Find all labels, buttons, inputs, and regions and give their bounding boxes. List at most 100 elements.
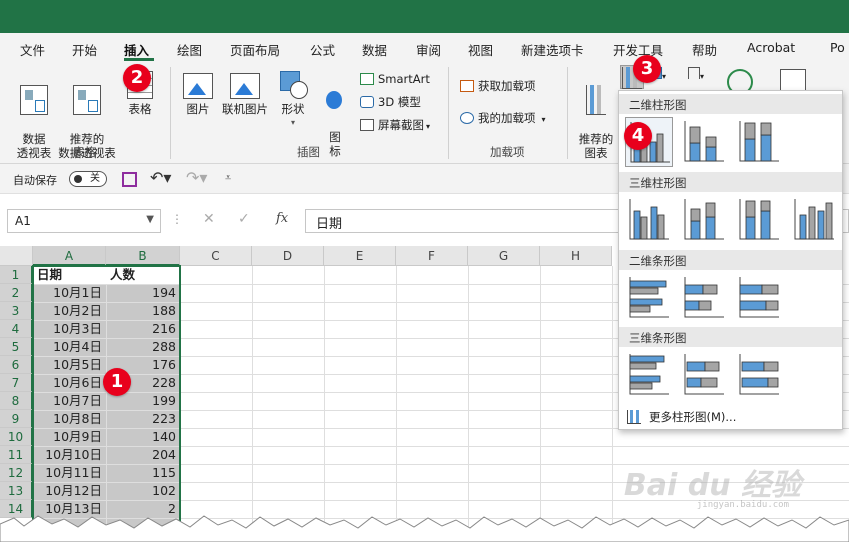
group-divider	[567, 67, 568, 159]
waterfall-chart-button[interactable]: ▾	[688, 67, 718, 84]
tab-file[interactable]: 文件	[20, 40, 45, 59]
picture-label: 图片	[186, 102, 210, 116]
column-header[interactable]: G	[468, 246, 540, 266]
tab-power[interactable]: Po	[830, 40, 845, 55]
screenshot-label: 屏幕截图	[378, 118, 424, 132]
tab-draw[interactable]: 绘图	[177, 40, 202, 59]
column-header[interactable]: A	[33, 246, 106, 266]
cube-icon	[360, 96, 374, 108]
undo-icon[interactable]: ↶▾	[150, 168, 171, 187]
grid-line	[612, 266, 613, 542]
pivot-table-button[interactable]: 数据 透视表	[12, 71, 56, 160]
cancel-icon[interactable]: ✕	[203, 211, 215, 227]
waterfall-dropdown-icon: ▾	[700, 72, 705, 81]
tab-home[interactable]: 开始	[72, 40, 97, 59]
recommended-pivot-icon	[73, 85, 101, 115]
tab-page-layout[interactable]: 页面布局	[230, 40, 280, 59]
column-header[interactable]: D	[252, 246, 324, 266]
tab-view[interactable]: 视图	[468, 40, 493, 59]
name-box[interactable]: A1 ▼	[7, 209, 161, 233]
stacked-column-option[interactable]	[680, 117, 728, 167]
row-header[interactable]: 7	[0, 374, 33, 392]
model-3d-button[interactable]: 3D 模型	[360, 95, 421, 109]
row-header[interactable]: 5	[0, 338, 33, 356]
row-header[interactable]: 9	[0, 410, 33, 428]
3d-clustered-bar-option[interactable]	[625, 350, 673, 400]
3d-column-option[interactable]	[790, 195, 838, 245]
select-all-corner[interactable]	[0, 246, 33, 266]
row-header[interactable]: 11	[0, 446, 33, 464]
row-header[interactable]: 2	[0, 284, 33, 302]
customize-qat-icon[interactable]: ⩡	[225, 171, 231, 185]
tab-review[interactable]: 审阅	[416, 40, 441, 59]
3d-percent-column-icon	[739, 199, 779, 240]
tab-insert[interactable]: 插入	[124, 40, 149, 59]
column-header[interactable]: C	[180, 246, 252, 266]
screenshot-icon	[360, 119, 374, 131]
row-header[interactable]: 12	[0, 464, 33, 482]
enter-icon[interactable]: ✓	[238, 211, 250, 227]
3d-percent-bar-option[interactable]	[735, 350, 783, 400]
row-header[interactable]: 13	[0, 482, 33, 500]
addins-icon	[460, 112, 474, 124]
3d-stacked-column-option[interactable]	[680, 195, 728, 245]
3d-clustered-column-option[interactable]	[625, 195, 673, 245]
autosave-toggle[interactable]: 关	[69, 171, 107, 187]
online-picture-button[interactable]: 联机图片	[220, 73, 270, 116]
icons-button[interactable]: 图 标	[318, 71, 352, 158]
tab-developer[interactable]: 开发工具	[613, 40, 663, 59]
3d-stacked-column-icon	[684, 199, 724, 240]
table-label: 表格	[128, 102, 152, 116]
row-header[interactable]: 1	[0, 266, 33, 284]
title-bar	[0, 0, 849, 33]
column-header[interactable]: H	[540, 246, 612, 266]
name-box-dropdown-icon[interactable]: ▼	[146, 214, 154, 225]
3d-stacked-bar-option[interactable]	[680, 350, 728, 400]
3d-stacked-bar-icon	[684, 354, 724, 395]
column-header[interactable]: B	[106, 246, 180, 266]
3d-percent-column-option[interactable]	[735, 195, 783, 245]
stacked-bar-icon	[684, 277, 724, 318]
my-addins-button[interactable]: 我的加载项 ▾	[460, 111, 546, 127]
column-header[interactable]: E	[324, 246, 396, 266]
section-3d-bar: 三维条形图	[619, 327, 842, 347]
tab-formulas[interactable]: 公式	[310, 40, 335, 59]
save-icon[interactable]	[122, 172, 137, 187]
shapes-label: 形状	[281, 102, 305, 116]
smartart-button[interactable]: SmartArt	[360, 72, 430, 86]
redo-icon[interactable]: ↷▾	[186, 168, 207, 187]
stacked-bar-option[interactable]	[680, 273, 728, 323]
shapes-button[interactable]: 形状 ▾	[276, 71, 310, 130]
group-label-tables: 表格	[73, 145, 96, 159]
icons-icon	[320, 85, 350, 113]
percent-stacked-bar-option[interactable]	[735, 273, 783, 323]
formula-bar-grip-icon[interactable]: ⋮	[171, 212, 183, 226]
insert-function-icon[interactable]: fx	[276, 211, 288, 226]
tab-help[interactable]: 帮助	[692, 40, 717, 59]
3d-clustered-bar-icon	[629, 354, 669, 395]
online-picture-icon	[230, 73, 260, 99]
more-column-charts-link[interactable]: 更多柱形图(M)...	[627, 409, 736, 425]
row-header[interactable]: 8	[0, 392, 33, 410]
grid-line	[540, 266, 541, 542]
recommended-charts-button[interactable]: 推荐的 图表	[574, 71, 618, 160]
recommended-charts-icon	[586, 85, 606, 115]
percent-stacked-column-option[interactable]	[735, 117, 783, 167]
row-header[interactable]: 10	[0, 428, 33, 446]
get-addins-button[interactable]: 获取加载项	[460, 79, 536, 93]
column-header[interactable]: F	[396, 246, 468, 266]
smartart-label: SmartArt	[378, 72, 430, 86]
screenshot-button[interactable]: 屏幕截图 ▾	[360, 118, 430, 134]
row-header[interactable]: 4	[0, 320, 33, 338]
screenshot-dropdown-icon: ▾	[426, 122, 431, 131]
row-header[interactable]: 6	[0, 356, 33, 374]
clustered-bar-option[interactable]	[625, 273, 673, 323]
tab-data[interactable]: 数据	[362, 40, 387, 59]
stacked-column-icon	[684, 121, 724, 162]
tab-acrobat[interactable]: Acrobat	[747, 40, 795, 55]
picture-button[interactable]: 图片	[180, 73, 216, 116]
tab-new-tab[interactable]: 新建选项卡	[521, 40, 584, 59]
section-2d-column: 二维柱形图	[619, 94, 842, 114]
row-header[interactable]: 3	[0, 302, 33, 320]
group-label-addins: 加载项	[490, 145, 525, 159]
